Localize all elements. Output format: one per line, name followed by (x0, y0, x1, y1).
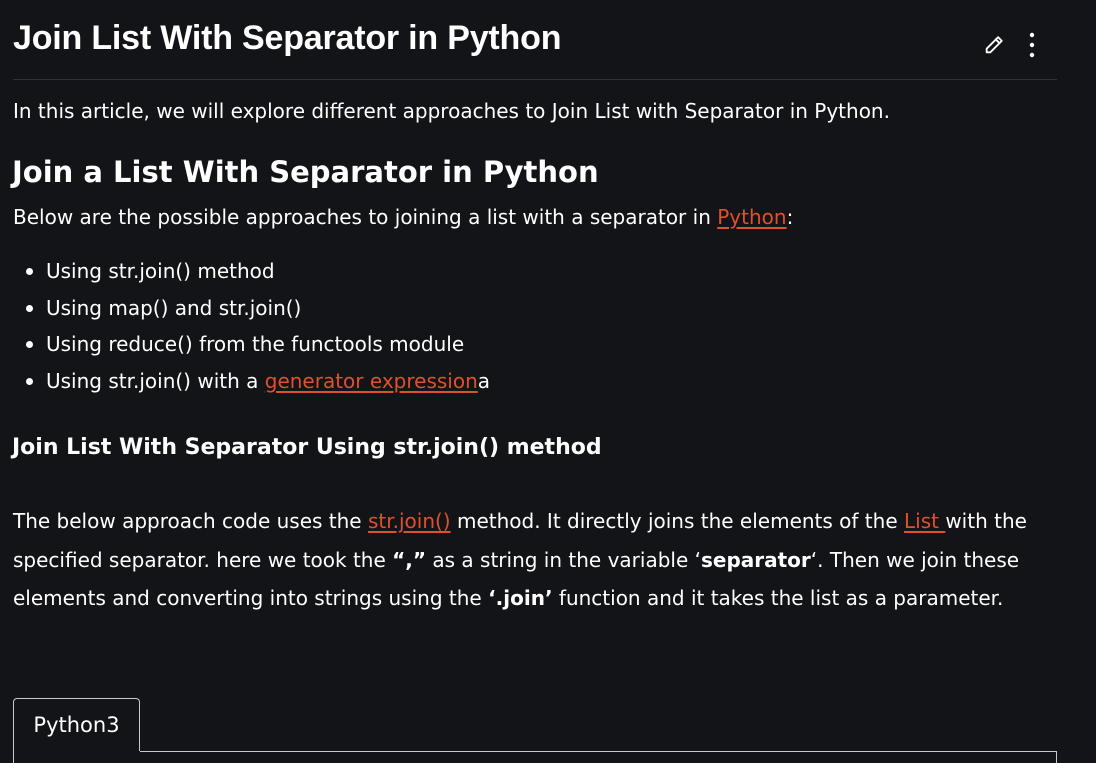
list-item: Using str.join() with a generator expres… (13, 363, 490, 400)
paragraph-text: The below approach code uses the (13, 509, 368, 533)
list-item-label: Using str.join() with a (46, 368, 265, 393)
list-link[interactable]: List (904, 509, 945, 533)
approach-list: Using str.join() method Using map() and … (13, 253, 490, 399)
subsection-paragraph: The below approach code uses the str.joi… (13, 502, 1043, 618)
paragraph-bold: ‘.join’ (488, 586, 553, 610)
section-heading: Join a List With Separator in Python (12, 155, 599, 189)
list-item: Using reduce() from the functools module (13, 326, 490, 363)
header-actions (981, 30, 1045, 60)
article-title: Join List With Separator in Python (13, 19, 562, 57)
code-panel-border (140, 751, 1057, 752)
code-panel-border-left (13, 751, 14, 763)
paragraph-text: method. It directly joins the elements o… (450, 509, 904, 533)
subsection-heading: Join List With Separator Using str.join(… (12, 435, 602, 460)
code-block: Python3 (13, 698, 1057, 763)
list-item: Using str.join() method (13, 253, 490, 290)
section-description-text: Below are the possible approaches to joi… (13, 205, 718, 229)
paragraph-bold: “,” (392, 547, 427, 572)
list-item-label: Using str.join() method (46, 259, 275, 283)
section-description-colon: : (786, 205, 794, 229)
code-panel-border-right (1056, 751, 1057, 763)
list-item-label: Using reduce() from the functools module (46, 332, 465, 356)
generator-expression-link[interactable]: generator expression (265, 369, 478, 393)
str-join-link[interactable]: str.join() (368, 509, 451, 533)
python-link[interactable]: Python (717, 205, 786, 229)
list-item: Using map() and str.join() (13, 290, 490, 327)
paragraph-text: function and it takes the list as a para… (552, 586, 1004, 610)
code-language-tab[interactable]: Python3 (13, 698, 140, 751)
more-vertical-icon[interactable] (1019, 30, 1045, 60)
section-description: Below are the possible approaches to joi… (13, 202, 793, 232)
list-item-label: Using map() and str.join() (46, 295, 302, 320)
article-intro: In this article, we will explore differe… (13, 99, 890, 123)
article-page: Join List With Separator in Python In th… (0, 0, 1096, 763)
list-item-suffix: a (477, 368, 491, 393)
pencil-icon[interactable] (981, 30, 1007, 60)
paragraph-text: as a string in the variable ‘ (426, 547, 701, 572)
article-header: Join List With Separator in Python (13, 14, 1057, 80)
paragraph-bold: separator (700, 547, 811, 572)
